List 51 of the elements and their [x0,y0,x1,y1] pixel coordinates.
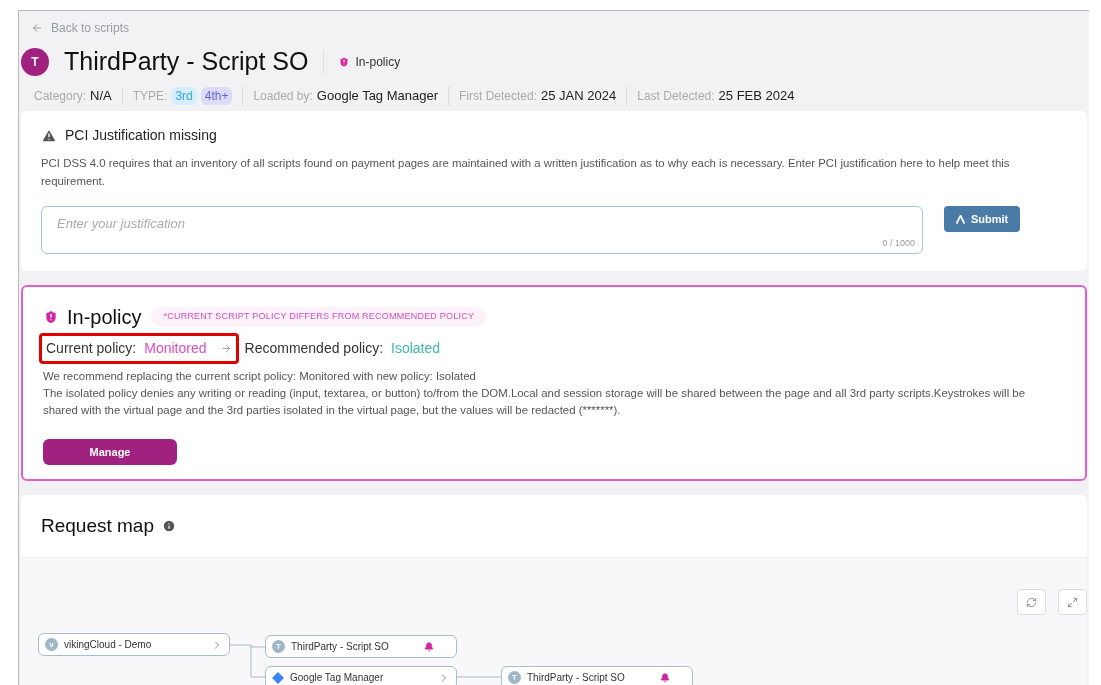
meta-label: TYPE: [132,88,168,105]
card-title: PCI Justification missing [65,126,217,145]
character-counter: 0 / 1000 [882,236,915,250]
meta-value: Google Tag Manager [316,87,438,106]
node-label: ThirdParty - Script SO [291,640,390,654]
recommended-policy-label: Recommended policy: [244,339,384,358]
type-tag: 4th+ [200,87,233,105]
manage-button[interactable]: Manage [43,439,177,465]
shield-icon [337,56,350,68]
meta-value: N/A [90,87,112,106]
current-policy-label: Current policy: [46,339,137,358]
meta-label: Last Detected: [637,88,715,105]
card-description: PCI DSS 4.0 requires that an inventory of all scripts found on payment pages are maintained with a written justification as to why each is necessary. Enter PCI justification here to help meet this requirement. [41,156,1011,189]
meta-value: 25 JAN 2024 [541,87,617,106]
diagram-node[interactable]: Google Tag Manager [265,666,457,685]
node-badge: T [508,671,521,684]
node-badge: T [272,640,285,653]
diagram-node[interactable]: v vikingCloud - Demo [38,633,230,656]
avatar: T [21,48,49,76]
diagram-node[interactable]: T ThirdParty - Script SO [265,635,457,658]
fullscreen-button[interactable] [1058,589,1087,615]
meta-label: First Detected: [459,88,538,105]
submit-button[interactable]: Submit [944,206,1021,232]
back-arrow-icon [31,22,43,34]
diagram-node[interactable]: T ThirdParty - Script SO [501,666,693,685]
caret-icon [956,214,965,224]
node-label: Google Tag Manager [290,671,385,685]
diamond-icon [272,671,284,684]
node-label: vikingCloud - Demo [64,638,153,652]
expand-icon [1067,596,1078,608]
card-title: In-policy [67,305,142,330]
policy-description: The isolated policy denies any writing or reading (input, textarea, or button) to/from the DOM.Local and session storage will be shared between the page and all 3rd party scripts.Keystrokes will be shared with the virtual page and the 3rd parties isolated in the virtual page, but the values will be redacted (*******). [43,386,1026,418]
arrow-icon [220,343,232,354]
status-label: In-policy [355,54,401,71]
policy-description: We recommend replacing the current script policy: Monitored with new policy: Isolated [43,369,477,384]
warning-icon [41,127,57,144]
node-badge: v [45,638,58,651]
recommended-policy-value: Isolated [391,339,441,358]
type-tag: 3rd [171,87,197,105]
meta-value: 25 FEB 2024 [718,87,795,106]
refresh-button[interactable] [1017,589,1046,615]
policy-notice: *CURRENT SCRIPT POLICY DIFFERS FROM RECOMMENDED POLICY [151,307,487,327]
meta-label: Category: [34,88,87,105]
node-label: ThirdParty - Script SO [527,671,626,685]
meta-label: Loaded by: [253,88,313,105]
section-title: Request map [41,513,154,538]
page-title: ThirdParty - Script SO [64,46,309,78]
shield-icon [43,309,59,325]
refresh-icon [1026,596,1037,608]
info-icon [162,519,176,533]
current-policy-value: Monitored [144,339,207,358]
